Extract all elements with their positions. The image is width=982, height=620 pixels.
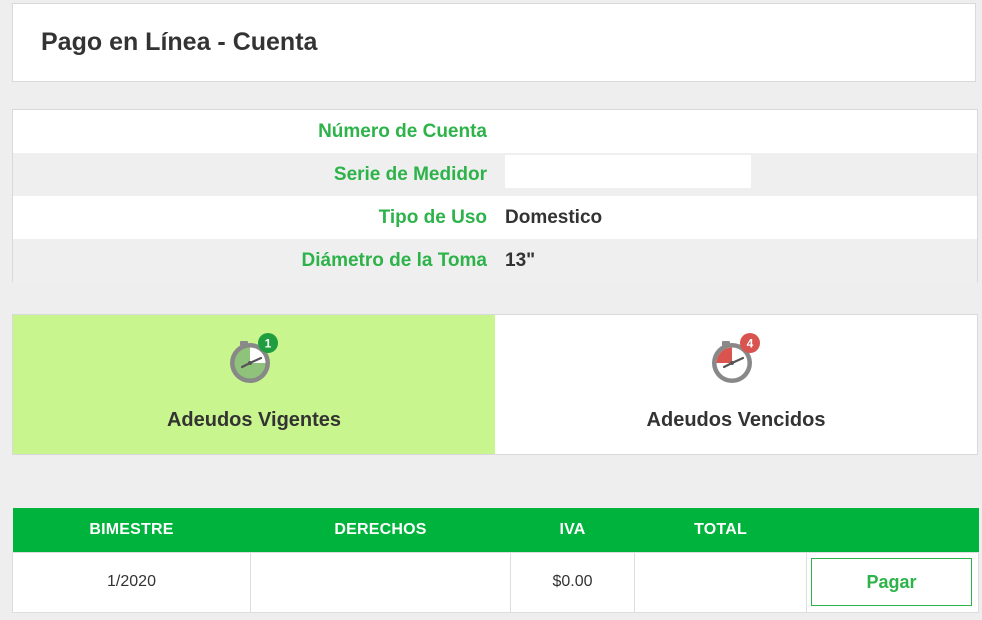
info-row-intake-diameter: Diámetro de la Toma 13" — [13, 239, 977, 282]
debt-tabs: 1 Adeudos Vigentes 4 Adeudos Vencidos — [12, 314, 978, 455]
table-header-row: BIMESTRE DERECHOS IVA TOTAL — [12, 508, 979, 552]
cell-derechos — [250, 551, 511, 613]
cell-total — [634, 551, 807, 613]
header-iva: IVA — [510, 508, 635, 552]
tab-overdue-debts-label: Adeudos Vencidos — [646, 409, 826, 431]
intake-diameter-label: Diámetro de la Toma — [301, 250, 487, 271]
header-total: TOTAL — [634, 508, 807, 552]
account-number-label: Número de Cuenta — [318, 121, 487, 142]
clock-overdue-icon: 4 — [712, 333, 760, 383]
meter-serial-value — [505, 155, 751, 188]
header-derechos: DERECHOS — [250, 508, 511, 552]
page-header: Pago en Línea - Cuenta — [12, 3, 976, 82]
badge-overdue-count: 4 — [747, 337, 754, 351]
info-row-usage-type: Tipo de Uso Domestico — [13, 196, 977, 239]
meter-serial-label: Serie de Medidor — [333, 164, 487, 185]
debts-table: BIMESTRE DERECHOS IVA TOTAL 1/2020 $0.00… — [12, 508, 979, 613]
clock-icon: 1 — [230, 333, 278, 383]
usage-type-label: Tipo de Uso — [378, 207, 487, 228]
badge-current-count: 1 — [265, 337, 272, 351]
tab-overdue-debts[interactable]: 4 Adeudos Vencidos — [495, 315, 977, 454]
account-info-panel: Número de Cuenta Serie de Medidor Tipo d… — [12, 109, 978, 282]
table-row: 1/2020 $0.00 Pagar — [12, 551, 979, 613]
header-action — [806, 508, 979, 552]
tab-current-debts-label: Adeudos Vigentes — [166, 409, 342, 431]
info-row-meter-serial: Serie de Medidor — [13, 153, 977, 196]
intake-diameter-value: 13" — [505, 250, 536, 271]
tab-current-debts[interactable]: 1 Adeudos Vigentes — [13, 315, 495, 454]
pay-button[interactable]: Pagar — [811, 558, 972, 606]
usage-type-value: Domestico — [505, 207, 603, 228]
info-row-account-number: Número de Cuenta — [13, 110, 977, 153]
cell-iva: $0.00 — [510, 551, 635, 613]
cell-bimestre: 1/2020 — [12, 551, 251, 613]
cell-action: Pagar — [806, 551, 979, 613]
header-bimestre: BIMESTRE — [12, 508, 251, 552]
page-title: Pago en Línea - Cuenta — [41, 28, 318, 56]
